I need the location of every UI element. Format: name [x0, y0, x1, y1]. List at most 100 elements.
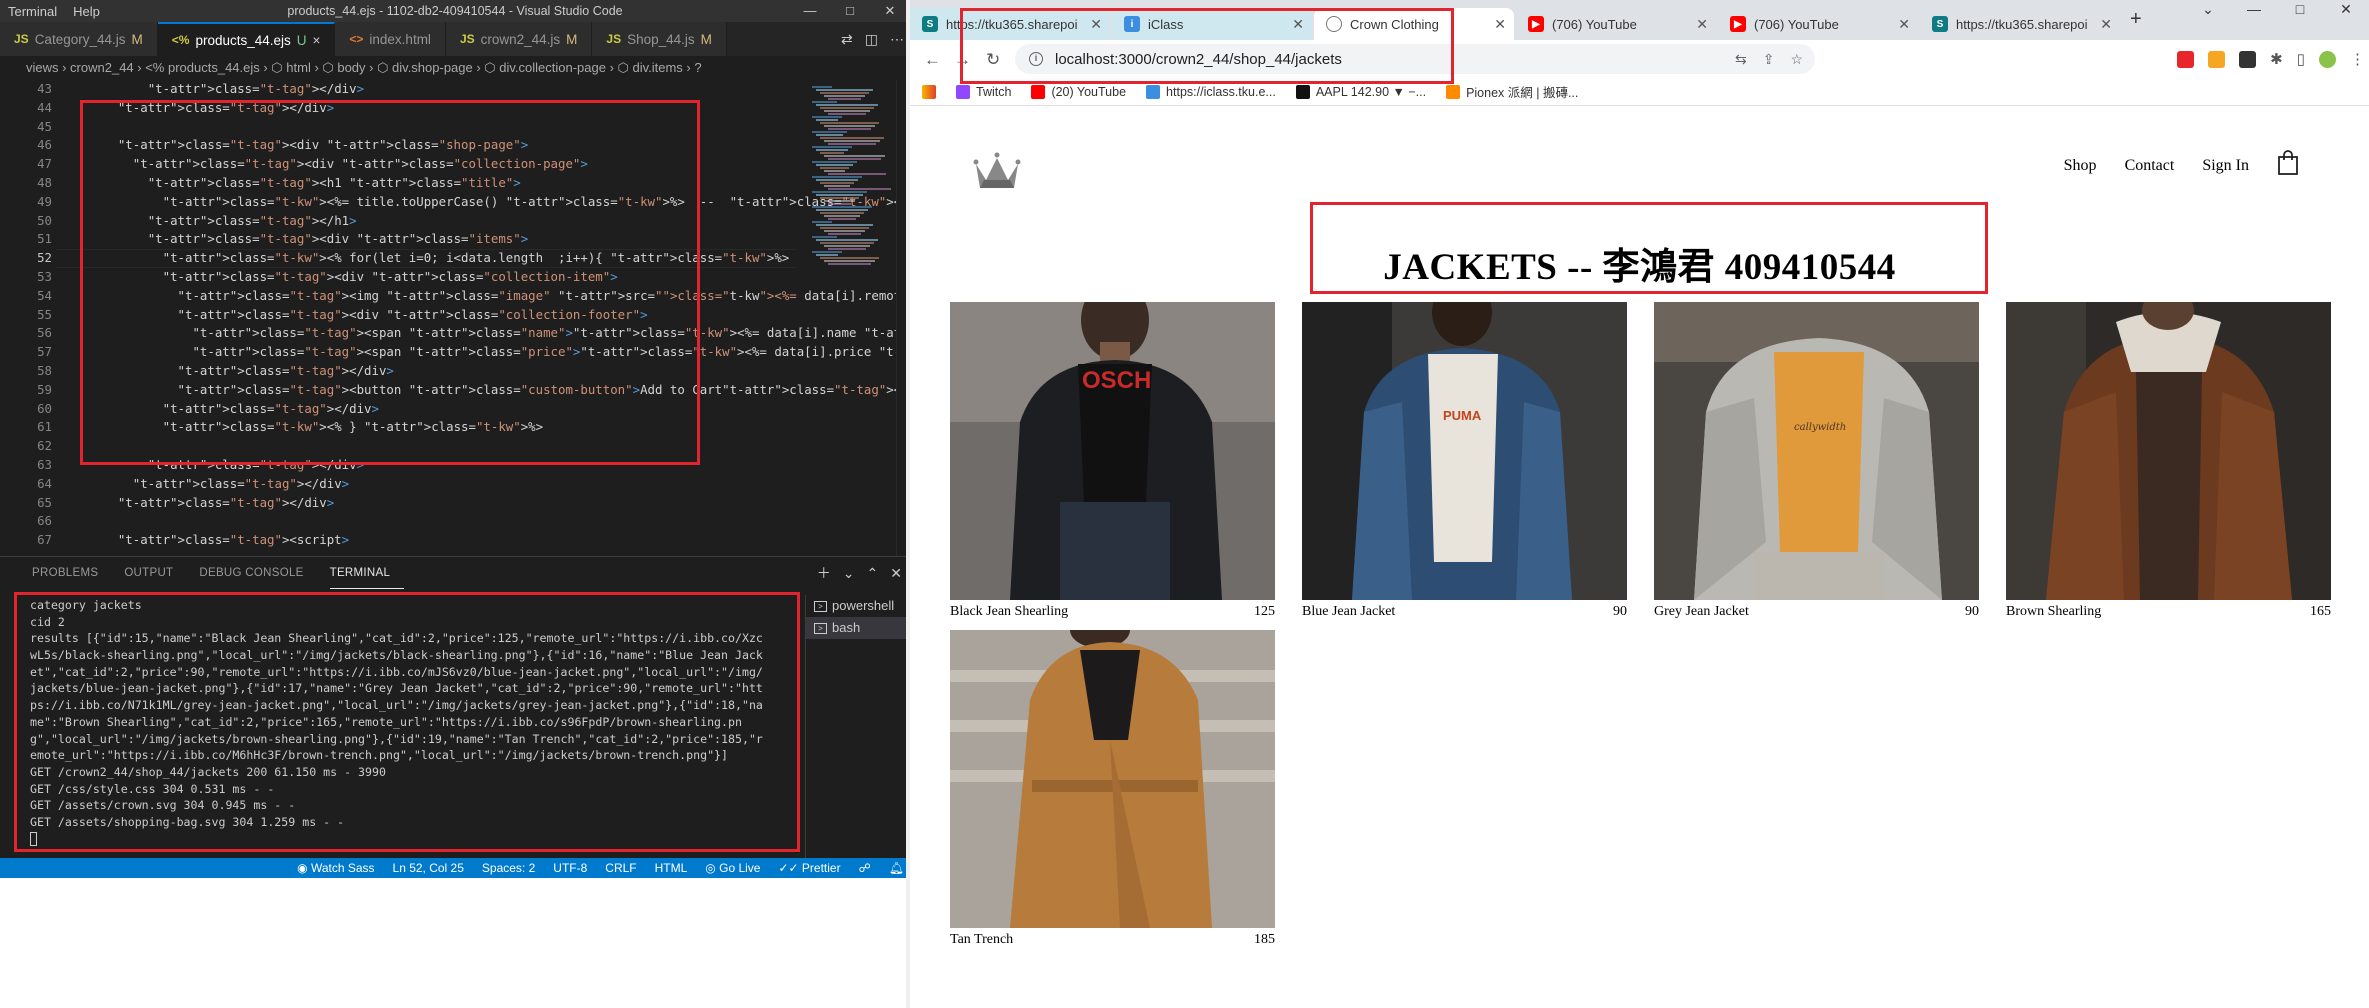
split-editor-icon[interactable]: ◫: [865, 31, 878, 48]
extensions-puzzle-icon[interactable]: ✱: [2270, 50, 2283, 68]
editor-tab-index[interactable]: <> index.html: [335, 22, 446, 56]
menu-kebab-icon[interactable]: ⋮: [2350, 50, 2365, 68]
tab-problems[interactable]: PROBLEMS: [32, 557, 112, 589]
code-line[interactable]: "t-attr">class="t-tag"></div>: [88, 80, 788, 99]
tab-terminal[interactable]: TERMINAL: [329, 557, 405, 589]
tab-output[interactable]: OUTPUT: [124, 557, 187, 589]
maximize-button[interactable]: □: [2277, 0, 2323, 18]
forward-button[interactable]: →: [954, 50, 971, 70]
site-info-icon[interactable]: i: [1029, 52, 1043, 66]
code-line[interactable]: "t-attr">class="t-tag"></div>: [88, 400, 788, 419]
chevron-down-icon[interactable]: ⌄: [843, 565, 855, 582]
code-line[interactable]: "t-attr">class="t-tag"><div "t-attr">cla…: [88, 136, 788, 155]
collection-item[interactable]: Tan Trench 185: [950, 630, 1275, 948]
editor-tab-crown2[interactable]: JS crown2_44.js M: [445, 22, 593, 56]
terminal-item-bash[interactable]: > bash: [806, 617, 910, 639]
status-eol[interactable]: CRLF: [605, 861, 636, 875]
terminal-cursor[interactable]: [30, 831, 800, 848]
status-cursor-position[interactable]: Ln 52, Col 25: [393, 861, 464, 875]
code-line[interactable]: "t-attr">class="t-tag"><h1 "t-attr">clas…: [88, 174, 788, 193]
bookmark-twitch[interactable]: Twitch: [956, 84, 1011, 99]
status-prettier[interactable]: ✓✓ Prettier: [778, 861, 840, 875]
code-line[interactable]: "t-attr">class="t-kw"><%= title.toUpperC…: [88, 193, 910, 212]
code-line[interactable]: "t-attr">class="t-tag"><div "t-attr">cla…: [88, 306, 788, 325]
shopping-bag-icon[interactable]: [2277, 150, 2299, 181]
product-image-grey-jean-jacket[interactable]: callywidth: [1654, 302, 1979, 600]
profile-avatar[interactable]: [2319, 50, 2336, 68]
collection-item[interactable]: OSCH Black Jean Shearling 125: [950, 302, 1275, 620]
editor-tab-products[interactable]: <% products_44.ejs U ×: [157, 22, 336, 56]
collection-item[interactable]: callywidth Grey Jean Jacket 90: [1654, 302, 1979, 620]
product-image-black-jean-shearling[interactable]: OSCH: [950, 302, 1275, 600]
menu-help[interactable]: Help: [65, 4, 108, 19]
close-button[interactable]: ✕: [870, 0, 910, 22]
code-line[interactable]: "t-attr">class="t-tag"><div "t-attr">cla…: [88, 268, 788, 287]
terminal-item-powershell[interactable]: > powershell: [806, 595, 910, 617]
breadcrumb[interactable]: views › crown2_44 › <% products_44.ejs ›…: [0, 56, 910, 80]
code-line[interactable]: "t-attr">class="t-tag"></div>: [88, 494, 788, 513]
code-line[interactable]: "t-attr">class="t-tag"><span "t-attr">cl…: [88, 343, 910, 362]
status-language[interactable]: HTML: [655, 861, 688, 875]
code-line[interactable]: "t-attr">class="t-tag"></div>: [88, 475, 788, 494]
code-line[interactable]: [88, 512, 788, 531]
extension-icon[interactable]: [2177, 50, 2195, 68]
code-editor[interactable]: 43 44 45 46 47 48 49 50 51 52 53 54 55 56 57 58 59 60 61 62…: [0, 80, 910, 556]
close-tab-icon[interactable]: ×: [313, 33, 321, 48]
close-tab-icon[interactable]: ✕: [1090, 16, 1102, 33]
notification-icon[interactable]: 🔔︎: [889, 861, 904, 875]
compare-icon[interactable]: ⇄: [841, 31, 853, 48]
bookmark-star-icon[interactable]: ☆: [1790, 51, 1803, 68]
product-image-brown-shearling[interactable]: [2006, 302, 2331, 600]
browser-tab-iclass[interactable]: i iClass ✕: [1112, 8, 1312, 40]
status-go-live[interactable]: ◎ Go Live: [705, 861, 760, 875]
nav-sign-in[interactable]: Sign In: [2202, 157, 2249, 175]
code-line[interactable]: [88, 437, 788, 456]
close-button[interactable]: ✕: [2323, 0, 2369, 18]
browser-tab-youtube-1[interactable]: ▶ (706) YouTube ✕: [1516, 8, 1716, 40]
minimize-button[interactable]: —: [790, 0, 830, 22]
code-line[interactable]: "t-attr">class="t-tag"></h1>: [88, 212, 788, 231]
close-tab-icon[interactable]: ✕: [1898, 16, 1910, 33]
nav-shop[interactable]: Shop: [2064, 157, 2097, 175]
close-tab-icon[interactable]: ✕: [2100, 16, 2112, 33]
bookmark-iclass[interactable]: https://iclass.tku.e...: [1146, 84, 1276, 99]
feedback-icon[interactable]: ☍: [859, 861, 871, 875]
bookmark-youtube[interactable]: (20) YouTube: [1031, 84, 1126, 99]
code-line[interactable]: "t-attr">class="t-tag"><span "t-attr">cl…: [88, 324, 910, 343]
minimize-button[interactable]: —: [2231, 0, 2277, 18]
bookmark-aapl[interactable]: AAPL 142.90 ▼ −...: [1295, 84, 1426, 99]
crown-logo-icon[interactable]: [972, 150, 1022, 195]
bookmark-apps[interactable]: [922, 84, 936, 99]
new-terminal-icon[interactable]: ＋: [817, 563, 831, 583]
code-line[interactable]: "t-attr">class="t-tag"></div>: [88, 99, 788, 118]
new-tab-button[interactable]: +: [2130, 8, 2142, 31]
product-image-tan-trench[interactable]: [950, 630, 1275, 928]
browser-tab-crown-clothing[interactable]: Crown Clothing ✕: [1314, 8, 1514, 40]
browser-tab-sharepoint-2[interactable]: S https://tku365.sharepoi ✕: [1920, 8, 2120, 40]
back-button[interactable]: ←: [924, 50, 941, 70]
code-line[interactable]: "t-attr">class="t-kw"><% } "t-attr">clas…: [88, 418, 788, 437]
code-line[interactable]: "t-attr">class="t-tag"><script>: [88, 531, 788, 550]
status-encoding[interactable]: UTF-8: [553, 861, 587, 875]
close-tab-icon[interactable]: ✕: [1494, 16, 1506, 33]
editor-tab-shop[interactable]: JS Shop_44.js M: [592, 22, 727, 56]
extension-icon[interactable]: [2208, 50, 2226, 68]
code-line[interactable]: "t-attr">class="t-tag"></div>: [88, 362, 788, 381]
address-bar[interactable]: i localhost:3000/crown2_44/shop_44/jacke…: [1015, 44, 1815, 74]
code-line[interactable]: "t-attr">class="t-tag"></div>: [88, 456, 788, 475]
extension-icon[interactable]: [2239, 50, 2257, 68]
code-line[interactable]: "t-attr">class="t-tag"><button "t-attr">…: [88, 381, 910, 400]
translate-icon[interactable]: ⇆: [1735, 51, 1747, 68]
close-tab-icon[interactable]: ✕: [1292, 16, 1304, 33]
code-line[interactable]: "t-attr">class="t-tag"><div "t-attr">cla…: [88, 155, 788, 174]
bookmark-pionex[interactable]: Pionex 派網 | 搬磚...: [1446, 82, 1578, 101]
status-indentation[interactable]: Spaces: 2: [482, 861, 535, 875]
close-tab-icon[interactable]: ✕: [1696, 16, 1708, 33]
code-line[interactable]: [88, 118, 788, 137]
minimap[interactable]: [806, 80, 896, 556]
collection-item[interactable]: Brown Shearling 165: [2006, 302, 2331, 620]
side-panel-icon[interactable]: ▯: [2297, 50, 2305, 68]
terminal-output[interactable]: category jackets cid 2 results [{"id":15…: [30, 597, 800, 859]
product-image-blue-jean-jacket[interactable]: PUMA: [1302, 302, 1627, 600]
status-watch-sass[interactable]: ◉ Watch Sass: [297, 861, 374, 875]
